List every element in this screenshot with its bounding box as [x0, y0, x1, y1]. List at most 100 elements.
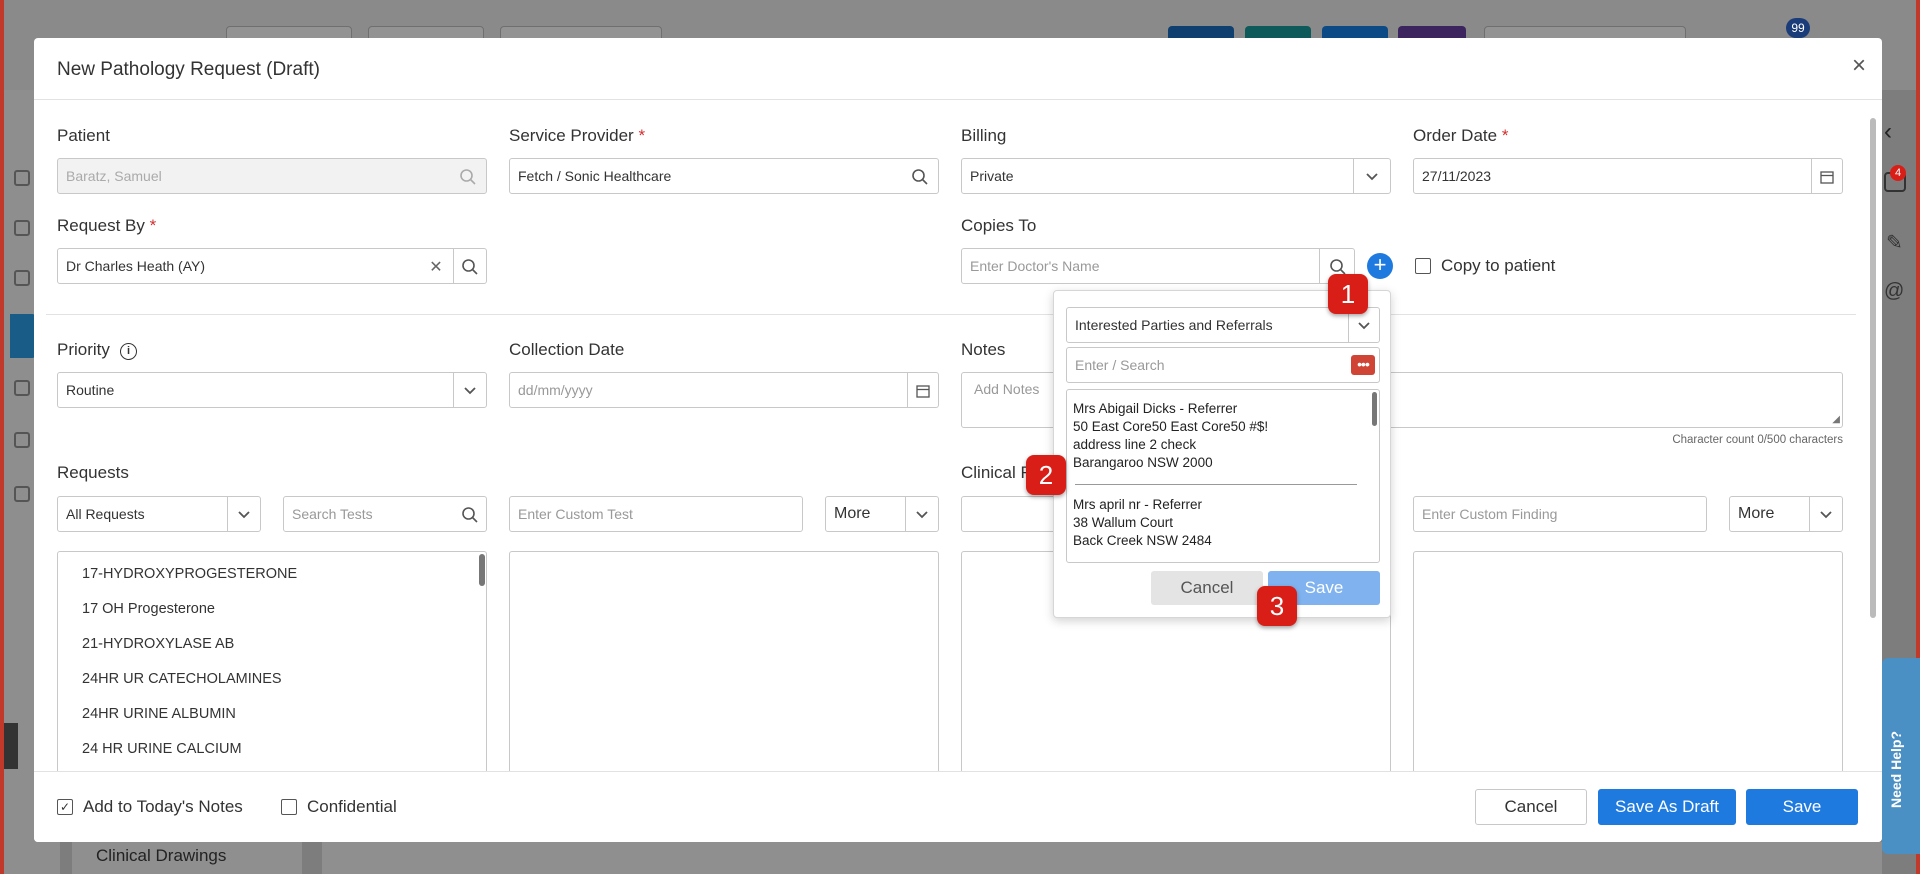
confidential-label: Confidential [307, 797, 397, 816]
chevron-down-icon[interactable] [1354, 316, 1374, 336]
bg-sidebar-icon [14, 170, 30, 186]
bg-sidebar-active-item [10, 314, 36, 358]
clinical-filter-select[interactable] [961, 496, 1061, 532]
chevron-left-icon: ‹ [1884, 118, 1892, 145]
custom-test-input[interactable]: Enter Custom Test [509, 496, 803, 532]
step-marker-3: 3 [1257, 586, 1297, 626]
add-to-notes-label: Add to Today's Notes [83, 797, 243, 816]
collection-date-placeholder: dd/mm/yyyy [518, 382, 593, 398]
modal-header: New Pathology Request (Draft) × [34, 38, 1882, 100]
bg-sidebar-icon [14, 270, 30, 286]
save-button[interactable]: Save [1746, 789, 1858, 825]
requests-filter-select[interactable]: All Requests [57, 496, 261, 532]
close-icon[interactable]: × [1852, 54, 1866, 78]
order-date-value: 27/11/2023 [1422, 168, 1492, 184]
billing-select[interactable]: Private [961, 158, 1391, 194]
modal-scrollbar[interactable] [1870, 118, 1876, 618]
red-border-left [0, 0, 4, 874]
request-by-field[interactable]: Dr Charles Heath (AY) ✕ [57, 248, 487, 284]
collection-date-label: Collection Date [509, 340, 625, 359]
add-to-notes-checkbox[interactable]: ✓ [57, 799, 73, 815]
copies-to-placeholder: Enter Doctor's Name [970, 258, 1100, 274]
search-icon[interactable] [460, 257, 480, 277]
more-label: More [1738, 505, 1775, 522]
divider [907, 373, 908, 407]
list-item[interactable]: 24HR URINE ALBUMIN [82, 706, 236, 722]
priority-select[interactable]: Routine [57, 372, 487, 408]
add-copy-icon[interactable]: + [1367, 253, 1393, 279]
search-icon[interactable] [460, 505, 480, 525]
search-icon [458, 167, 478, 187]
resize-handle-icon[interactable]: ◢ [1832, 414, 1840, 425]
copies-to-field[interactable]: Enter Doctor's Name [961, 248, 1355, 284]
need-help-tab[interactable]: Need Help? [1882, 658, 1920, 854]
search-icon[interactable] [910, 167, 930, 187]
calendar-icon[interactable] [913, 381, 933, 401]
search-tests-input[interactable]: Search Tests [283, 496, 487, 532]
pin-icon: ✎ [1886, 232, 1903, 254]
list-item[interactable]: 17 OH Progesterone [82, 601, 215, 617]
billing-value: Private [970, 168, 1014, 184]
scrollbar[interactable] [479, 554, 485, 586]
copy-to-patient-label: Copy to patient [1441, 256, 1556, 275]
divider [1809, 497, 1810, 531]
list-item[interactable]: 21-HYDROXYLASE AB [82, 636, 234, 652]
chat-badge: 4 [1890, 165, 1906, 181]
copy-to-patient-checkbox[interactable] [1415, 258, 1431, 274]
billing-label: Billing [961, 126, 1007, 145]
character-count: Character count 0/500 characters [1672, 434, 1843, 446]
requests-filter-value: All Requests [66, 506, 145, 522]
list-item[interactable]: 24HR UR CATECHOLAMINES [82, 671, 282, 687]
clear-icon[interactable]: ✕ [426, 257, 446, 277]
calendar-icon[interactable] [1817, 167, 1837, 187]
more-label: More [834, 505, 871, 522]
parties-search-input[interactable]: Enter / Search ••• [1066, 347, 1380, 383]
more-options-icon[interactable]: ••• [1351, 355, 1375, 375]
service-provider-label: Service Provider * [509, 126, 646, 145]
custom-test-placeholder: Enter Custom Test [518, 506, 633, 522]
clinical-findings-label: Clinical F [961, 463, 1031, 482]
interested-parties-popup: Interested Parties and Referrals Enter /… [1053, 290, 1391, 618]
divider [1353, 159, 1354, 193]
bg-sidebar-icon [14, 380, 30, 396]
cancel-button[interactable]: Cancel [1475, 789, 1587, 825]
chevron-down-icon[interactable] [234, 505, 254, 525]
step-marker-1: 1 [1328, 274, 1368, 314]
notes-label: Notes [961, 340, 1006, 359]
section-divider [46, 314, 1856, 315]
request-by-label: Request By * [57, 216, 157, 235]
divider [905, 497, 906, 531]
confidential-checkbox[interactable] [281, 799, 297, 815]
need-help-label: Need Help? [1888, 730, 1904, 808]
party-item[interactable]: Mrs Abigail Dicks - Referrer 50 East Cor… [1073, 400, 1268, 472]
save-as-draft-button[interactable]: Save As Draft [1598, 789, 1736, 825]
notification-badge: 99 [1786, 18, 1810, 38]
patient-value: Baratz, Samuel [66, 168, 162, 184]
service-provider-value: Fetch / Sonic Healthcare [518, 168, 672, 184]
scrollbar[interactable] [1372, 392, 1377, 426]
list-item[interactable]: 24 HR URINE CALCIUM [82, 741, 242, 757]
parties-list[interactable]: Mrs Abigail Dicks - Referrer 50 East Cor… [1066, 389, 1380, 563]
request-by-value: Dr Charles Heath (AY) [66, 258, 206, 274]
divider [227, 497, 228, 531]
bg-sidebar-icon [14, 220, 30, 236]
party-item[interactable]: Mrs april nr - Referrer 38 Wallum Court … [1073, 496, 1212, 550]
chevron-down-icon[interactable] [1362, 167, 1382, 187]
copies-to-label: Copies To [961, 216, 1037, 235]
chevron-down-icon[interactable] [460, 381, 480, 401]
popup-cancel-button[interactable]: Cancel [1151, 571, 1263, 605]
order-date-label: Order Date * [1413, 126, 1509, 145]
list-item[interactable]: 17-HYDROXYPROGESTERONE [82, 566, 297, 582]
chevron-down-icon[interactable] [912, 505, 932, 525]
order-date-field[interactable]: 27/11/2023 [1413, 158, 1843, 194]
service-provider-field[interactable]: Fetch / Sonic Healthcare [509, 158, 939, 194]
clinical-more-select[interactable]: More [1729, 496, 1843, 532]
divider [1319, 249, 1320, 283]
divider [453, 373, 454, 407]
info-icon[interactable]: i [120, 343, 137, 360]
custom-finding-input[interactable]: Enter Custom Finding [1413, 496, 1707, 532]
chevron-down-icon[interactable] [1816, 505, 1836, 525]
requests-more-select[interactable]: More [825, 496, 939, 532]
bg-sidebar-icon [14, 486, 30, 502]
collection-date-field[interactable]: dd/mm/yyyy [509, 372, 939, 408]
